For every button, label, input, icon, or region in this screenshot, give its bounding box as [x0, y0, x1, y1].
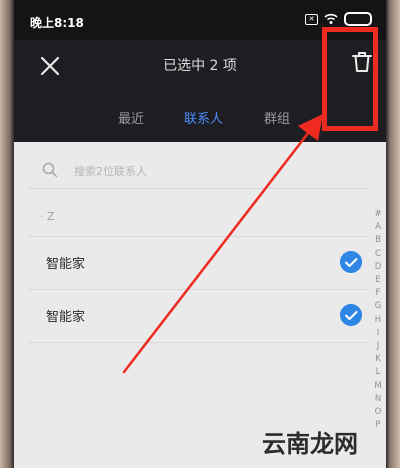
contact-row[interactable]: 智能家 [28, 236, 368, 290]
index-letter[interactable]: L [376, 366, 381, 379]
index-letter[interactable]: C [375, 248, 381, 261]
index-letter[interactable]: I [377, 327, 380, 340]
status-time: 晚上8:18 [30, 16, 84, 30]
index-letter[interactable]: P [375, 419, 380, 432]
index-letter[interactable]: N [375, 393, 381, 406]
index-letter[interactable]: K [375, 353, 381, 366]
battery-icon [344, 12, 372, 26]
index-letter[interactable]: B [375, 234, 381, 247]
index-letter[interactable]: E [375, 274, 380, 287]
index-letter[interactable]: H [375, 314, 381, 327]
index-letter[interactable]: D [375, 261, 382, 274]
annotation-highlight-box [322, 27, 378, 131]
tab-recent[interactable]: 最近 [118, 108, 144, 127]
search-icon [42, 162, 58, 178]
index-letter[interactable]: # [374, 208, 381, 221]
search-input[interactable] [72, 160, 356, 182]
contact-name: 智能家 [46, 257, 86, 272]
section-dot: · [40, 210, 44, 223]
index-letter[interactable]: M [374, 380, 381, 393]
index-letter[interactable]: J [377, 340, 380, 353]
tab-groups[interactable]: 群组 [264, 108, 290, 127]
index-letter[interactable]: F [376, 287, 381, 300]
notification-icon: ✕ [305, 13, 318, 25]
contact-row[interactable]: 智能家 [28, 290, 368, 343]
phone-frame-left [0, 0, 14, 468]
index-letter[interactable]: O [375, 406, 382, 419]
watermark-logo: 云南龙网 [262, 430, 358, 458]
status-icons: ✕ [305, 12, 372, 26]
alphabet-index[interactable]: # A B C D E F G H I J K L M N O P [372, 208, 384, 468]
contact-list-panel: · Z 智能家 智能家 # A B C D E F G H [14, 142, 386, 468]
phone-frame-right [386, 0, 400, 468]
index-letter[interactable]: G [375, 300, 382, 313]
contact-name: 智能家 [46, 310, 86, 325]
wifi-icon [324, 13, 338, 24]
index-letter[interactable]: A [375, 221, 381, 234]
section-header: · Z [40, 210, 55, 223]
checkmark-icon[interactable] [340, 304, 362, 326]
search-bar [28, 152, 368, 189]
tab-contacts[interactable]: 联系人 [184, 108, 223, 127]
section-letter: Z [47, 210, 55, 223]
checkmark-icon[interactable] [340, 251, 362, 273]
